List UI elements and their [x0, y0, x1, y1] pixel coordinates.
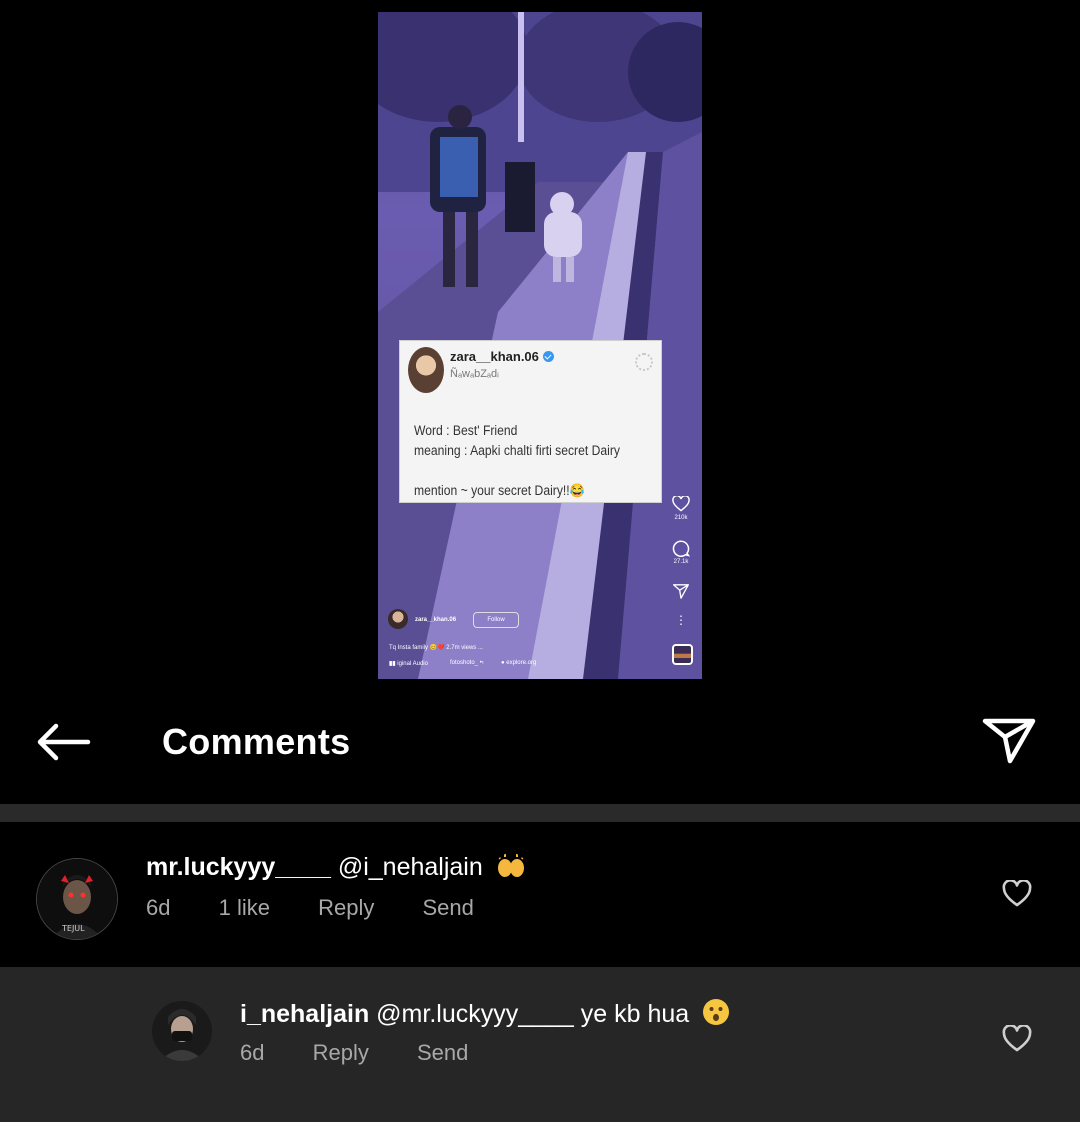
reel-author-avatar[interactable] — [388, 609, 408, 629]
gear-icon — [635, 353, 653, 371]
reel-comment-button[interactable]: 27.1k — [670, 539, 692, 565]
comment-bubble-icon — [672, 540, 690, 557]
comment-meta: 6d 1 like Reply Send — [146, 895, 516, 921]
audio-bars-icon: ▮▮ — [389, 661, 396, 667]
more-vertical-icon: ⋮ — [675, 613, 687, 627]
comment-item: TEJUL mr.luckyyy____ @i_nehaljain 6d 1 l… — [0, 822, 1080, 967]
arrow-left-icon — [37, 723, 91, 761]
reel-share-button[interactable] — [670, 584, 692, 599]
reel-author-name[interactable]: zara__khan.06 — [415, 617, 456, 623]
reel-caption[interactable]: Tq Insta family 😊❤️ 2.7m views ... — [389, 644, 483, 651]
card-line: mention ~ your secret Dairy!!😂 — [414, 483, 585, 498]
location-pin-icon: ● — [501, 660, 505, 666]
audio-label[interactable]: ▮▮ iginal Audio — [389, 660, 428, 667]
card-line: meaning : Aapki chalti firti secret Dair… — [414, 443, 620, 458]
comments-header: Comments — [0, 700, 1080, 785]
reply-button[interactable]: Reply — [318, 895, 374, 920]
quote-card: zara__khan.06 ÑₐwₐbZₐdᵢ Word : Best' Fri… — [399, 340, 662, 503]
more-options-button[interactable]: ⋮ — [670, 614, 692, 626]
audio-thumbnail[interactable] — [672, 644, 693, 665]
reply-button[interactable]: Reply — [313, 1040, 369, 1065]
svg-text:TEJUL: TEJUL — [61, 924, 85, 933]
follow-button[interactable]: Follow — [473, 612, 519, 628]
comment-time: 6d — [240, 1040, 265, 1065]
comment-text: mr.luckyyy____ @i_nehaljain — [146, 853, 526, 882]
comment-meta: 6d Reply Send — [240, 1040, 510, 1066]
avatar[interactable] — [152, 1001, 212, 1061]
comment-body[interactable]: @i_nehaljain — [338, 853, 483, 881]
card-line: Word : Best' Friend — [414, 423, 518, 438]
heart-icon — [672, 496, 690, 512]
comment-body[interactable]: @mr.luckyyy____ ye kb hua — [376, 1000, 689, 1028]
comment-like-button[interactable] — [1002, 1024, 1032, 1053]
hushed-face-emoji-icon — [703, 999, 730, 1025]
raising-hands-emoji-icon — [496, 853, 525, 877]
comment-username[interactable]: mr.luckyyy____ — [146, 853, 331, 881]
user-avatar-image — [152, 1001, 212, 1061]
share-button[interactable] — [982, 716, 1036, 766]
comment-like-button[interactable] — [1002, 879, 1032, 908]
heart-icon — [1002, 879, 1032, 907]
user-avatar-image: TEJUL — [37, 859, 117, 939]
comment-username[interactable]: i_nehaljain — [240, 1000, 369, 1028]
comment-likes[interactable]: 1 like — [219, 895, 270, 920]
reel-preview[interactable]: zara__khan.06 ÑₐwₐbZₐdᵢ Word : Best' Fri… — [378, 12, 702, 679]
send-button[interactable]: Send — [422, 895, 473, 920]
location-label[interactable]: ● explore.org — [501, 660, 536, 666]
send-button[interactable]: Send — [417, 1040, 468, 1065]
paper-plane-icon — [673, 584, 689, 599]
comment-item: i_nehaljain @mr.luckyyy____ ye kb hua 6d… — [0, 967, 1080, 1122]
like-count: 210k — [674, 515, 688, 521]
section-divider — [0, 804, 1080, 822]
audio-credit: fotoshoto_ •‹ — [450, 660, 484, 666]
reel-like-button[interactable]: 210k — [670, 496, 692, 521]
heart-icon — [1002, 1024, 1032, 1052]
comment-text: i_nehaljain @mr.luckyyy____ ye kb hua — [240, 998, 730, 1029]
card-username: zara__khan.06 — [450, 349, 554, 364]
card-profile-picture — [408, 347, 444, 393]
avatar[interactable]: TEJUL — [36, 858, 118, 940]
card-bio: ÑₐwₐbZₐdᵢ — [450, 368, 499, 380]
page-title: Comments — [162, 721, 351, 762]
comment-time: 6d — [146, 895, 171, 920]
paper-plane-icon — [982, 718, 1036, 764]
back-button[interactable] — [34, 722, 92, 762]
verified-badge-icon — [542, 351, 554, 362]
comment-count: 27.1k — [673, 559, 689, 565]
